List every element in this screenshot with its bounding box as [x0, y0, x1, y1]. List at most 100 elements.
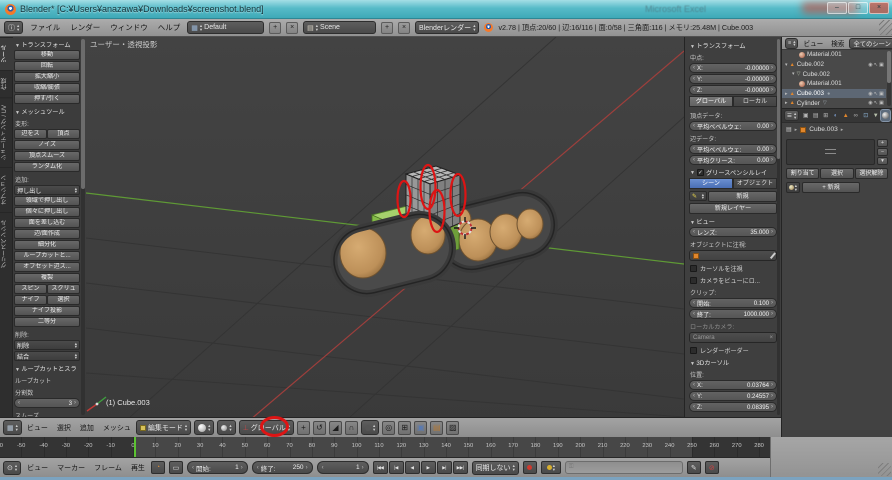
cursor-y-field[interactable]: Y:0.24557 — [689, 391, 777, 401]
end-frame-field[interactable]: 終了:250 — [252, 461, 313, 474]
panel-header-transform[interactable]: トランスフォーム — [13, 38, 81, 50]
resize-grip-icon[interactable] — [878, 463, 891, 476]
material-slot-list[interactable] — [786, 139, 875, 165]
add-layout-button[interactable]: + — [269, 22, 281, 34]
menu-再生[interactable]: 再生 — [129, 463, 147, 473]
tool-button-ノイズ[interactable]: ノイズ — [14, 140, 80, 150]
visibility-eye-icon[interactable]: ◉ — [868, 91, 873, 97]
start-frame-field[interactable]: 開始:1 — [187, 461, 248, 474]
slot-specials-button[interactable]: ▾ — [877, 157, 888, 165]
median-y-field[interactable]: Y:-0.00000 — [689, 74, 777, 84]
properties-tab-object[interactable]: ▲ — [841, 110, 850, 121]
screen-layout-dropdown[interactable]: ▦▴ ▾Default — [187, 21, 264, 34]
outliner-row-Cube.002[interactable]: ▾▽Cube.002 — [782, 69, 886, 79]
menu-ビュー[interactable]: ビュー — [25, 463, 50, 473]
scene-dropdown[interactable]: ▤▴ ▾Scene — [303, 21, 376, 34]
header-resize-grip[interactable] — [879, 20, 892, 35]
tool-button-移動[interactable]: 移動 — [14, 50, 80, 60]
tool-button-複製[interactable]: 複製 — [14, 273, 80, 283]
add-scene-button[interactable]: + — [381, 22, 393, 34]
properties-tab-modifiers[interactable]: ⊡ — [861, 110, 870, 121]
minimize-button[interactable]: – — [827, 2, 847, 14]
tool-button-スクリュ[interactable]: スクリュ — [47, 284, 80, 294]
outliner-row-Cube.003[interactable]: ▸▲Cube.003●◉↖▣ — [782, 89, 886, 99]
local-button[interactable]: ローカル — [733, 96, 777, 107]
outliner-row-Cube.002[interactable]: ▾▲Cube.002◉↖▣ — [782, 60, 886, 70]
snap-element-dropdown[interactable]: ▴ ▾ — [361, 420, 379, 435]
tool-button-ナイフ[interactable]: ナイフ — [14, 295, 47, 305]
remove-layout-button[interactable]: × — [286, 22, 298, 34]
menu-追加[interactable]: 追加 — [78, 423, 96, 433]
cursor-x-field[interactable]: X:0.03764 — [689, 380, 777, 390]
current-frame-field[interactable]: 1 — [317, 461, 369, 474]
remove-scene-button[interactable]: × — [398, 22, 410, 34]
window-titlebar[interactable]: Blender* [C:¥Users¥anazawa¥Downloads¥scr… — [0, 0, 892, 19]
menu-検索[interactable]: 検索 — [829, 38, 846, 48]
snap-peel-button[interactable]: ⊞ — [398, 421, 411, 435]
tool-button-選択[interactable]: 選択 — [47, 295, 80, 305]
close-button[interactable]: × — [869, 2, 889, 14]
toolshelf-tab-3[interactable]: シェーディング / UV — [0, 97, 13, 167]
opengl-render-button[interactable]: ▣ — [414, 421, 427, 435]
extrude-dropdown[interactable]: 押し出し▴ ▾ — [14, 185, 80, 195]
tool-button-オフセット辺ス...[interactable]: オフセット辺ス... — [14, 262, 80, 272]
object-button[interactable]: オブジェクト — [733, 178, 777, 189]
next-keyframe-button[interactable]: ▶| — [437, 461, 452, 474]
record-button[interactable] — [523, 461, 537, 474]
menu-選択[interactable]: 選択 — [55, 423, 73, 433]
tool-button-スピン[interactable]: スピン — [14, 284, 47, 294]
render-camera-icon[interactable]: ▣ — [879, 100, 884, 106]
local-camera-field[interactable]: Camera× — [689, 332, 777, 343]
maximize-button[interactable]: □ — [848, 2, 868, 14]
snap-toggle-button[interactable]: ∩ — [345, 421, 358, 435]
tool-button-面を差し込む[interactable]: 面を差し込む — [14, 218, 80, 228]
menu-メッシュ[interactable]: メッシュ — [101, 423, 133, 433]
expand-toggle-icon[interactable]: ▸ — [785, 100, 788, 106]
tool-button-拡大縮小[interactable]: 拡大縮小 — [14, 72, 80, 82]
opengl-render-anim-button[interactable]: ▤ — [430, 421, 443, 435]
assign-button[interactable]: 割り当て — [786, 168, 819, 179]
play-button[interactable]: ▶ — [421, 461, 436, 474]
tool-button-ナイフ投影[interactable]: ナイフ投影 — [14, 306, 80, 316]
outliner-row-Material.001[interactable]: Material.001 — [782, 50, 886, 60]
sync-mode-dropdown[interactable]: 同期しない▴ ▾ — [472, 461, 519, 475]
panel-header-view[interactable]: ビュー — [688, 215, 778, 227]
panel-header-loopcut[interactable]: ループカットとスラ — [13, 362, 81, 374]
preview-range-toggle[interactable]: ◔ — [151, 461, 165, 474]
lock-cursor-checkbox[interactable] — [690, 265, 697, 272]
jump-to-end-button[interactable]: ▶▶| — [453, 461, 468, 474]
grease-new-button[interactable]: 新規 — [708, 191, 777, 202]
jump-to-start-button[interactable]: |◀◀ — [373, 461, 388, 474]
properties-tab-data[interactable]: ▼ — [871, 110, 880, 121]
panel-header-grease-pencil[interactable]: ✓グリースペンシルレイ — [688, 166, 778, 178]
properties-tab-constraints[interactable]: ∞ — [851, 110, 860, 121]
cuts-slider[interactable]: 3 — [14, 398, 80, 408]
properties-tab-world[interactable]: ◐ — [831, 110, 840, 121]
clip-end-field[interactable]: 終了:1000.000 — [689, 309, 777, 319]
delete-keyframe-button[interactable]: ⊘ — [705, 461, 719, 474]
menu-ビュー[interactable]: ビュー — [801, 38, 825, 48]
tool-button-細分化[interactable]: 細分化 — [14, 240, 80, 250]
outliner-scrollbar[interactable] — [887, 51, 891, 106]
info-editor-type-dropdown[interactable]: ⓘ▴ ▾ — [4, 21, 23, 34]
proportional-edit-button[interactable]: ◎ — [382, 421, 395, 435]
toolshelf-tab-4[interactable]: オプション — [0, 167, 13, 212]
selectability-arrow-icon[interactable]: ↖ — [874, 91, 878, 97]
menu-ヘルプ[interactable]: ヘルプ — [156, 22, 183, 33]
viewport-editor-type-dropdown[interactable]: ▦▴ ▾ — [3, 420, 22, 435]
panel-header-meshtools[interactable]: メッシュツール — [13, 105, 81, 117]
select-button[interactable]: 選択 — [820, 168, 853, 179]
draw-mode-dropdown[interactable]: ✎▴ ▾ — [689, 191, 707, 201]
menu-レンダー[interactable]: レンダー — [68, 22, 102, 33]
render-border-checkbox[interactable] — [690, 347, 697, 354]
expand-toggle-icon[interactable]: ▸ — [785, 91, 788, 97]
mean-crease-field[interactable]: 平均クリース:0.00 — [689, 155, 777, 165]
properties-editor-type-dropdown[interactable]: ☰▴ ▾ — [784, 110, 799, 121]
selectability-arrow-icon[interactable]: ↖ — [874, 100, 878, 106]
menu-フレーム[interactable]: フレーム — [92, 463, 124, 473]
keying-set-field[interactable]: ⚿ — [565, 461, 683, 474]
render-camera-icon[interactable]: ▣ — [879, 91, 884, 97]
viewport-canvas[interactable]: ユーザー・透視投影 (1) Cube.003 — [86, 37, 684, 417]
properties-tab-material[interactable] — [881, 110, 890, 121]
extra-options-button[interactable]: ▨ — [446, 421, 459, 435]
